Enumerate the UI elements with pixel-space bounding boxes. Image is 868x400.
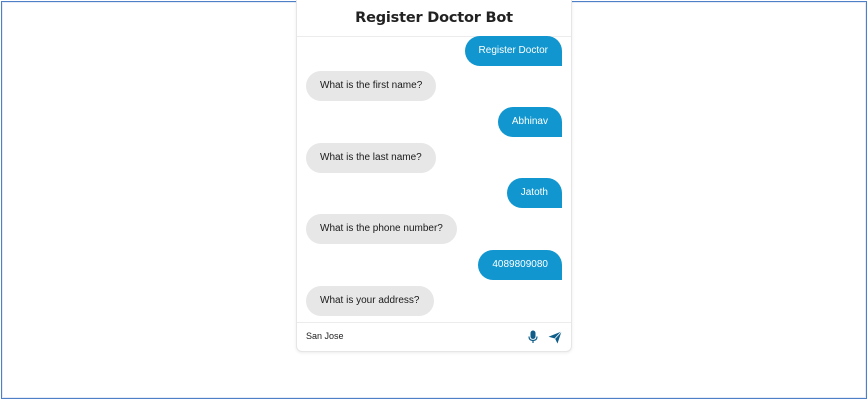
- bot-message: What is the phone number?: [306, 214, 457, 244]
- bot-message: What is your address?: [306, 286, 434, 316]
- message-input[interactable]: [306, 331, 506, 341]
- message-input-bar: [297, 322, 571, 352]
- bot-message: What is the last name?: [306, 143, 436, 173]
- microphone-icon-glyph: [528, 330, 538, 343]
- user-message: Jatoth: [506, 178, 562, 208]
- chat-title: Register Doctor Bot: [355, 10, 513, 26]
- chat-window: Register Doctor Bot Register Doctor What…: [296, 0, 572, 352]
- user-message: Register Doctor: [464, 36, 562, 66]
- microphone-icon[interactable]: [525, 329, 541, 345]
- send-icon[interactable]: [547, 329, 563, 345]
- user-message: Abhinav: [497, 107, 562, 137]
- chat-header: Register Doctor Bot: [297, 0, 571, 37]
- user-message: 4089809080: [478, 250, 562, 280]
- send-icon-glyph: [548, 330, 562, 343]
- bot-message: What is the first name?: [306, 71, 437, 101]
